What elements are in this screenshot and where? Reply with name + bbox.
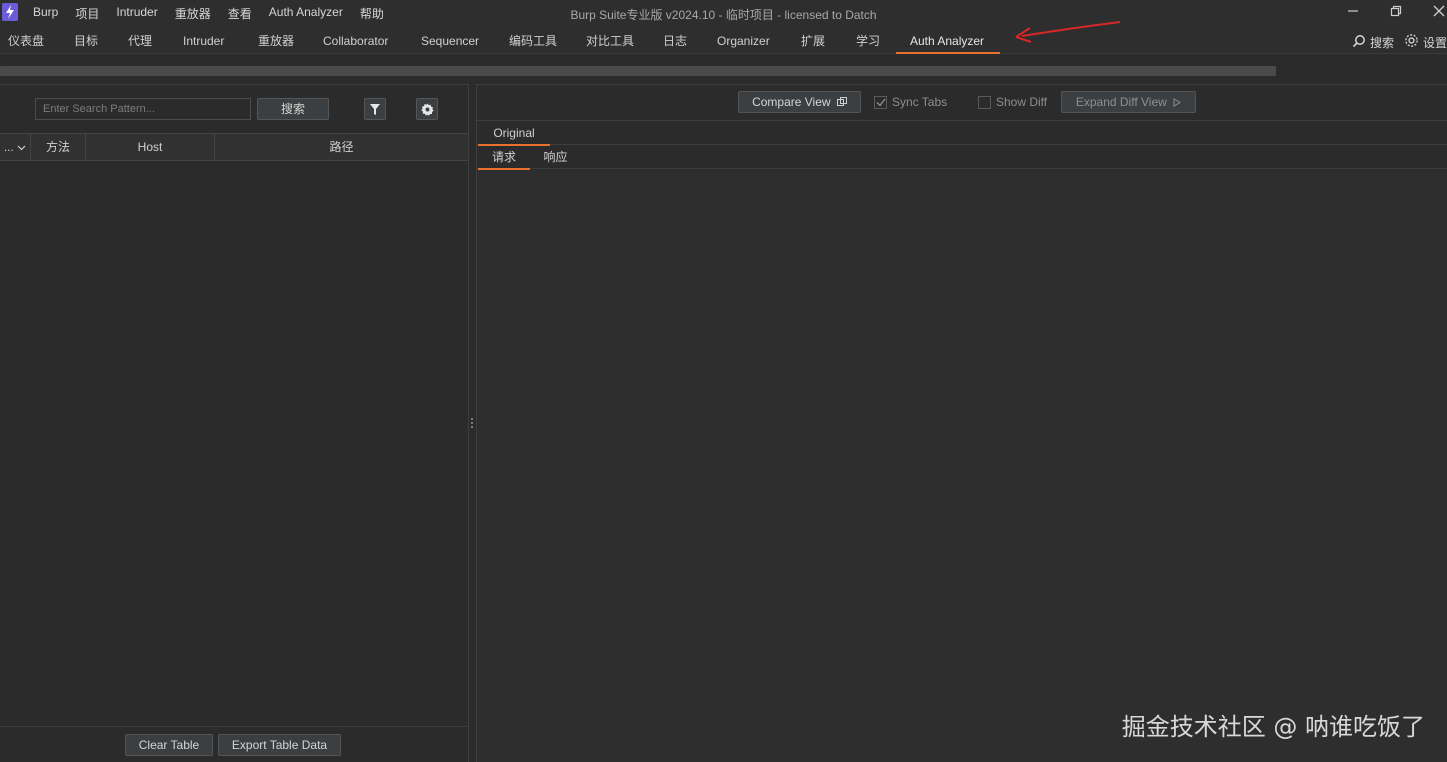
tab-auth-analyzer[interactable]: Auth Analyzer xyxy=(895,26,1001,54)
burp-logo-icon xyxy=(2,3,18,21)
menu-item-project[interactable]: 项目 xyxy=(75,5,99,22)
splitter-grip-icon[interactable] xyxy=(720,79,736,90)
tab-intruder[interactable]: Intruder xyxy=(183,26,224,54)
tab-sequencer[interactable]: Sequencer xyxy=(421,26,479,54)
compare-view-button[interactable]: Compare View xyxy=(738,91,861,113)
search-input[interactable] xyxy=(35,98,251,120)
settings-label[interactable]: 设置 xyxy=(1423,34,1447,51)
copy-icon xyxy=(836,97,847,106)
tab-logger[interactable]: 日志 xyxy=(663,26,687,54)
tab-learn[interactable]: 学习 xyxy=(856,26,880,54)
menu-item-burp[interactable]: Burp xyxy=(33,5,58,22)
settings-gear-icon[interactable] xyxy=(1404,33,1419,51)
vertical-splitter[interactable] xyxy=(469,84,476,762)
watermark-text: 掘金技术社区 @ 呐谁吃饭了 xyxy=(1121,713,1425,741)
main-tab-bar: 仪表盘 目标 代理 Intruder 重放器 Collaborator Sequ… xyxy=(0,26,1447,54)
diff-toolbar: Compare View Sync Tabs Show Diff Expand … xyxy=(477,85,1447,121)
tab-decoder[interactable]: 编码工具 xyxy=(509,26,557,54)
export-table-button[interactable]: Export Table Data xyxy=(218,734,341,756)
tab-collaborator[interactable]: Collaborator xyxy=(323,26,388,54)
play-icon xyxy=(1173,98,1182,107)
title-bar: Burp 项目 Intruder 重放器 查看 Auth Analyzer 帮助… xyxy=(0,0,1447,26)
tab-proxy[interactable]: 代理 xyxy=(128,26,152,54)
expand-diff-view-label: Expand Diff View xyxy=(1075,95,1167,109)
restore-icon[interactable] xyxy=(1385,3,1407,21)
tab-extensions[interactable]: 扩展 xyxy=(801,26,825,54)
search-icon[interactable] xyxy=(1352,34,1366,51)
gear-icon[interactable] xyxy=(416,98,438,120)
horizontal-scrollbar[interactable] xyxy=(0,66,1276,76)
table-header: ... 方法 Host 路径 xyxy=(0,133,468,161)
tab-comparer[interactable]: 对比工具 xyxy=(586,26,634,54)
annotation-arrow-icon xyxy=(1015,21,1121,43)
message-tabs: 请求 响应 xyxy=(477,145,1447,170)
compare-view-label: Compare View xyxy=(752,95,831,109)
message-editor[interactable] xyxy=(477,170,1447,762)
column-header-method[interactable]: 方法 xyxy=(31,134,86,161)
tab-repeater[interactable]: 重放器 xyxy=(258,26,294,54)
menu-item-help[interactable]: 帮助 xyxy=(360,5,384,22)
checkbox-unchecked-icon xyxy=(978,95,991,109)
tab-response[interactable]: 响应 xyxy=(532,145,579,169)
filter-icon[interactable] xyxy=(364,98,386,120)
menu-item-repeater[interactable]: 重放器 xyxy=(175,5,211,22)
left-panel: 搜索 ... 方法 Host 路径 Clear Table Export Tab… xyxy=(0,84,469,762)
column-header-label: ... xyxy=(3,140,14,154)
show-diff-label: Show Diff xyxy=(996,95,1048,109)
show-diff-checkbox[interactable]: Show Diff xyxy=(978,95,1047,109)
close-icon[interactable] xyxy=(1428,3,1447,21)
search-label[interactable]: 搜索 xyxy=(1370,34,1394,51)
expand-diff-view-button[interactable]: Expand Diff View xyxy=(1061,91,1196,113)
search-button[interactable]: 搜索 xyxy=(257,98,329,120)
menu-bar: Burp 项目 Intruder 重放器 查看 Auth Analyzer 帮助 xyxy=(33,5,401,22)
minimize-icon[interactable] xyxy=(1342,3,1364,21)
table-footer: Clear Table Export Table Data xyxy=(0,726,468,762)
tab-original[interactable]: Original xyxy=(478,121,550,146)
chevron-down-icon xyxy=(17,145,26,151)
tab-dashboard[interactable]: 仪表盘 xyxy=(8,26,44,54)
sync-tabs-label: Sync Tabs xyxy=(892,95,948,109)
menu-item-auth-analyzer[interactable]: Auth Analyzer xyxy=(269,5,343,22)
column-header-index[interactable]: ... xyxy=(0,134,31,161)
session-tabs: Original xyxy=(477,121,1447,146)
top-right-tools: 搜索 设置 xyxy=(1352,33,1447,51)
tab-target[interactable]: 目标 xyxy=(74,26,98,54)
sync-tabs-checkbox[interactable]: Sync Tabs xyxy=(874,95,947,109)
right-panel: Compare View Sync Tabs Show Diff Expand … xyxy=(476,84,1447,762)
request-table-body[interactable] xyxy=(0,161,468,727)
checkbox-checked-icon xyxy=(874,95,887,109)
column-header-path[interactable]: 路径 xyxy=(215,134,468,161)
tab-organizer[interactable]: Organizer xyxy=(717,26,770,54)
menu-item-view[interactable]: 查看 xyxy=(228,5,252,22)
menu-item-intruder[interactable]: Intruder xyxy=(116,5,157,22)
top-scroll-strip xyxy=(0,62,1447,76)
tab-request[interactable]: 请求 xyxy=(478,145,530,170)
column-header-host[interactable]: Host xyxy=(86,134,215,161)
clear-table-button[interactable]: Clear Table xyxy=(125,734,213,756)
